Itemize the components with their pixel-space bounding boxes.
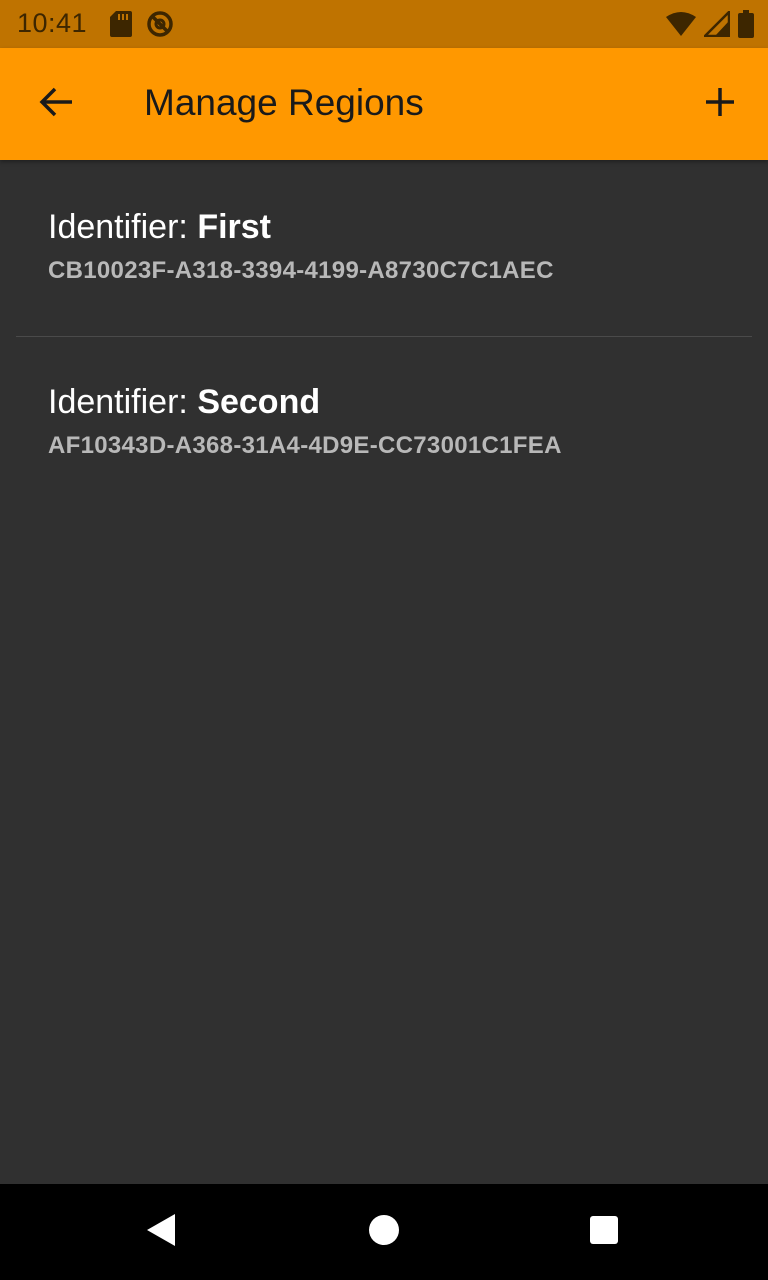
nav-recents-button[interactable] — [580, 1208, 628, 1256]
home-circle-icon — [368, 1214, 400, 1251]
list-item[interactable]: Identifier: First CB10023F-A318-3394-419… — [0, 160, 768, 336]
plus-icon — [704, 86, 736, 123]
status-bar: 10:41 — [0, 0, 768, 48]
nav-home-button[interactable] — [360, 1208, 408, 1256]
list-item[interactable]: Identifier: Second AF10343D-A368-31A4-4D… — [0, 336, 768, 512]
status-right-icons — [666, 8, 754, 43]
region-label: Identifier: — [48, 383, 198, 421]
add-region-button[interactable] — [692, 76, 748, 132]
region-title: Identifier: First — [48, 208, 271, 247]
nav-back-button[interactable] — [137, 1208, 185, 1256]
signal-icon — [701, 8, 731, 42]
battery-icon — [738, 10, 754, 43]
recents-square-icon — [589, 1215, 619, 1250]
region-name: Second — [197, 383, 321, 421]
page-title: Manage Regions — [144, 82, 424, 123]
region-list: Identifier: First CB10023F-A318-3394-419… — [0, 160, 768, 512]
region-uuid: CB10023F-A318-3394-4199-A8730C7C1AEC — [48, 257, 554, 284]
region-uuid: AF10343D-A368-31A4-4D9E-CC73001C1FEA — [48, 432, 562, 459]
navigation-bar — [0, 1184, 768, 1280]
region-title: Identifier: Second — [48, 383, 320, 422]
do-not-disturb-icon — [146, 10, 174, 43]
status-left-icons — [110, 10, 174, 43]
back-triangle-icon — [145, 1213, 177, 1252]
region-label: Identifier: — [48, 208, 198, 246]
app-bar: Manage Regions — [0, 48, 768, 160]
sd-card-icon — [110, 11, 132, 42]
back-button[interactable] — [28, 76, 84, 132]
status-time: 10:41 — [17, 8, 88, 38]
wifi-icon — [666, 11, 696, 42]
region-name: First — [197, 208, 271, 246]
arrow-back-icon — [38, 84, 74, 125]
